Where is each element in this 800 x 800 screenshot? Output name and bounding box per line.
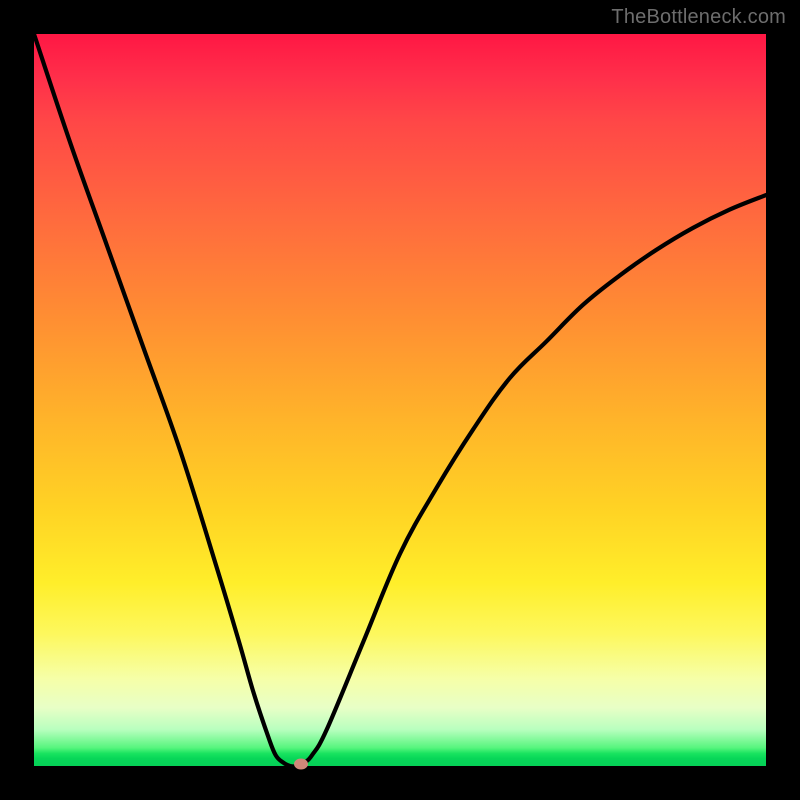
plot-area bbox=[34, 34, 766, 766]
curve-svg bbox=[34, 34, 766, 766]
watermark-text: TheBottleneck.com bbox=[611, 6, 786, 29]
chart-frame: TheBottleneck.com bbox=[0, 0, 800, 800]
minimum-marker bbox=[294, 759, 308, 770]
bottleneck-curve bbox=[34, 34, 766, 767]
